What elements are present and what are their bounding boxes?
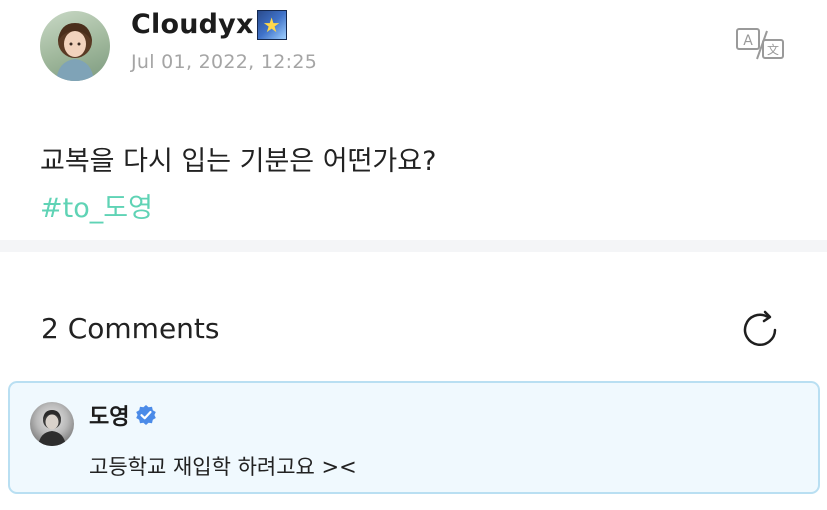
post-author-row: Cloudyx ★	[131, 9, 287, 40]
section-divider	[0, 240, 827, 252]
avatar-illustration	[56, 23, 94, 81]
commenter-row: 도영	[89, 399, 157, 431]
shooting-star-icon: ★	[256, 9, 287, 40]
comment-text: 고등학교 재입학 하려고요 ><	[89, 455, 357, 479]
comments-count-header: 2 Comments	[41, 312, 220, 345]
post-hashtag[interactable]: #to_도영	[40, 186, 153, 225]
commenter-name[interactable]: 도영	[89, 399, 129, 431]
post-timestamp: Jul 01, 2022, 12:25	[131, 51, 318, 73]
commenter-avatar[interactable]	[30, 402, 74, 446]
comment-card: 도영 고등학교 재입학 하려고요 ><	[8, 381, 820, 494]
post-author-name[interactable]: Cloudyx	[131, 9, 254, 40]
refresh-icon[interactable]	[739, 309, 781, 351]
verified-badge-icon	[136, 405, 157, 425]
commenter-avatar-image	[38, 410, 66, 446]
translate-icon[interactable]: A 文	[733, 26, 787, 62]
svg-text:A: A	[743, 33, 753, 49]
svg-text:文: 文	[767, 42, 779, 57]
post-author-avatar[interactable]	[40, 11, 110, 81]
post-text: 교복을 다시 입는 기분은 어떤가요?	[40, 146, 437, 177]
